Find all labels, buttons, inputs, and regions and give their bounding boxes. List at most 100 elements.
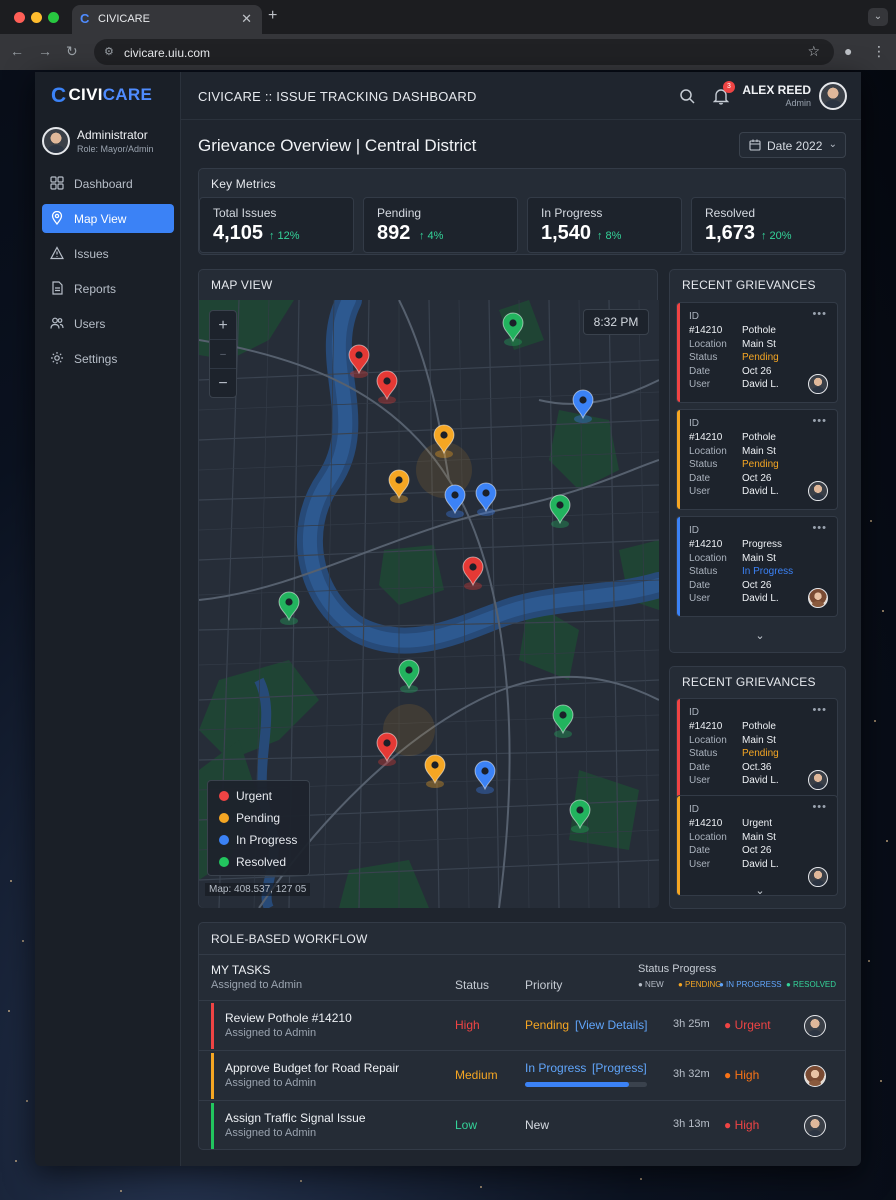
- map-marker[interactable]: [502, 312, 524, 346]
- forward-icon[interactable]: →: [38, 43, 52, 59]
- map-marker[interactable]: [376, 370, 398, 404]
- more-options-icon[interactable]: •••: [812, 308, 827, 320]
- panel-title: MAP VIEW: [211, 278, 273, 292]
- zoom-in-button[interactable]: +: [210, 311, 236, 340]
- card-field-label: Location: [689, 552, 727, 564]
- card-id: #14210: [689, 721, 723, 732]
- sidebar-item-settings[interactable]: Settings: [42, 344, 174, 373]
- new-tab-icon[interactable]: +: [268, 7, 277, 25]
- show-more-chevron-icon[interactable]: ⌄: [750, 884, 770, 897]
- map-marker[interactable]: [433, 424, 455, 458]
- sidebar-item-dashboard[interactable]: Dashboard: [42, 169, 174, 198]
- card-field-value: David L.: [742, 486, 779, 498]
- card-field-label: ID: [689, 525, 699, 536]
- sidebar-item-label: Map View: [74, 212, 127, 226]
- avatar[interactable]: [819, 82, 847, 110]
- avatar: [42, 127, 70, 155]
- metric-pending[interactable]: Pending 892 ↑ 4%: [363, 197, 518, 253]
- address-bar[interactable]: ⚙ civicare.uiu.com ☆: [94, 39, 834, 65]
- map-legend: Urgent Pending In Progress Resolved: [207, 780, 310, 876]
- map-marker[interactable]: [549, 494, 571, 528]
- task-row[interactable]: Assign Traffic Signal Issue Assigned to A…: [199, 1100, 845, 1150]
- show-more-chevron-icon[interactable]: ⌄: [750, 629, 770, 642]
- map-canvas[interactable]: + – − 8:32 PM Urgent Pending In Progress…: [199, 300, 659, 908]
- profile-icon[interactable]: ●: [844, 43, 852, 59]
- sidebar-profile[interactable]: Administrator Role: Mayor/Admin: [42, 127, 174, 159]
- metric-delta: ↑ 20%: [761, 230, 792, 242]
- search-icon[interactable]: [679, 88, 695, 104]
- window-maximize-button[interactable]: [48, 12, 59, 23]
- workflow-panel: ROLE-BASED WORKFLOW MY TASKS Assigned to…: [198, 922, 846, 1150]
- zoom-slider[interactable]: –: [210, 340, 236, 369]
- map-marker[interactable]: [569, 799, 591, 833]
- card-id: #14210: [689, 325, 723, 336]
- more-options-icon[interactable]: •••: [812, 522, 827, 534]
- map-marker[interactable]: [552, 704, 574, 738]
- task-details-link[interactable]: [Progress]: [592, 1061, 647, 1075]
- card-field-label: User: [689, 593, 711, 605]
- metric-resolved[interactable]: Resolved 1,673 ↑ 20%: [691, 197, 846, 253]
- browser-toolbar: ← → ↻ ⚙ civicare.uiu.com ☆ ● ⋮: [0, 34, 896, 70]
- map-marker[interactable]: [475, 482, 497, 516]
- avatar: [808, 374, 828, 394]
- browser-tab[interactable]: C CIVICARE ✕: [72, 5, 262, 34]
- metric-in-progress[interactable]: In Progress 1,540 ↑ 8%: [527, 197, 682, 253]
- map-marker[interactable]: [388, 469, 410, 503]
- task-elapsed-time: 3h 13m: [673, 1118, 710, 1130]
- card-field-label: Location: [689, 445, 727, 457]
- date-filter-dropdown[interactable]: Date 2022 ⌄: [739, 132, 846, 158]
- brand-logo[interactable]: C CIVICARE: [51, 84, 152, 108]
- map-marker[interactable]: [444, 484, 466, 518]
- window-close-button[interactable]: [14, 12, 25, 23]
- column-header-status[interactable]: Status: [455, 978, 489, 992]
- card-field-value: David L.: [742, 593, 779, 605]
- map-marker[interactable]: [376, 732, 398, 766]
- card-field-label: ID: [689, 311, 699, 322]
- task-title: Review Pothole #14210: [225, 1011, 352, 1025]
- more-options-icon[interactable]: •••: [812, 801, 827, 813]
- column-header-priority[interactable]: Priority: [525, 978, 562, 992]
- user-name[interactable]: ALEX REED: [742, 83, 811, 97]
- task-details-link[interactable]: [View Details]: [575, 1018, 647, 1032]
- card-field-label: Location: [689, 831, 727, 843]
- sidebar-item-map-view[interactable]: Map View: [42, 204, 174, 233]
- grievance-card[interactable]: ••• ID Urgent #14210 Location Main St Date Oct …: [676, 795, 838, 896]
- card-field-value: Oct 26: [742, 579, 772, 591]
- card-field-value: Main St: [742, 445, 776, 457]
- site-settings-icon[interactable]: ⚙: [104, 45, 114, 58]
- users-icon: [50, 317, 64, 329]
- zoom-out-button[interactable]: −: [210, 369, 236, 398]
- task-row[interactable]: Approve Budget for Road Repair Assigned t…: [199, 1050, 845, 1100]
- grievance-card[interactable]: ••• ID Pothole #14210 Location Main St Status P…: [676, 698, 838, 799]
- card-field-label: Status: [689, 748, 718, 760]
- more-options-icon[interactable]: •••: [812, 704, 827, 716]
- browser-menu-icon[interactable]: ⋮: [872, 43, 886, 60]
- metric-total-issues[interactable]: Total Issues 4,105 ↑ 12%: [199, 197, 354, 253]
- map-marker[interactable]: [348, 344, 370, 378]
- more-options-icon[interactable]: •••: [812, 415, 827, 427]
- grievance-card[interactable]: ••• ID Pothole #14210 Location Main St Status P…: [676, 302, 838, 403]
- map-marker[interactable]: [462, 556, 484, 590]
- sidebar-item-users[interactable]: Users: [42, 309, 174, 338]
- bookmark-star-icon[interactable]: ☆: [807, 43, 820, 60]
- grievance-card[interactable]: ••• ID Progress #14210 Location Main St Status…: [676, 516, 838, 617]
- card-field-value: Main St: [742, 734, 776, 746]
- map-marker[interactable]: [424, 754, 446, 788]
- sidebar: C CIVICARE Administrator Role: Mayor/Admi…: [35, 72, 181, 1166]
- reload-icon[interactable]: ↻: [66, 43, 78, 60]
- map-marker[interactable]: [278, 591, 300, 625]
- tab-search-icon[interactable]: ⌄: [868, 8, 888, 26]
- avatar: [808, 481, 828, 501]
- map-marker[interactable]: [572, 389, 594, 423]
- avatar: [804, 1015, 826, 1037]
- grievance-card[interactable]: ••• ID Pothole #14210 Location Main St Status P…: [676, 409, 838, 510]
- task-row[interactable]: Review Pothole #14210 Assigned to Admin Hi…: [199, 1000, 845, 1050]
- back-icon[interactable]: ←: [10, 43, 24, 59]
- window-minimize-button[interactable]: [31, 12, 42, 23]
- tab-close-icon[interactable]: ✕: [241, 11, 252, 27]
- map-marker[interactable]: [398, 659, 420, 693]
- date-filter-label: Date 2022: [767, 139, 823, 153]
- sidebar-item-reports[interactable]: Reports: [42, 274, 174, 303]
- sidebar-item-issues[interactable]: Issues: [42, 239, 174, 268]
- map-marker[interactable]: [474, 760, 496, 794]
